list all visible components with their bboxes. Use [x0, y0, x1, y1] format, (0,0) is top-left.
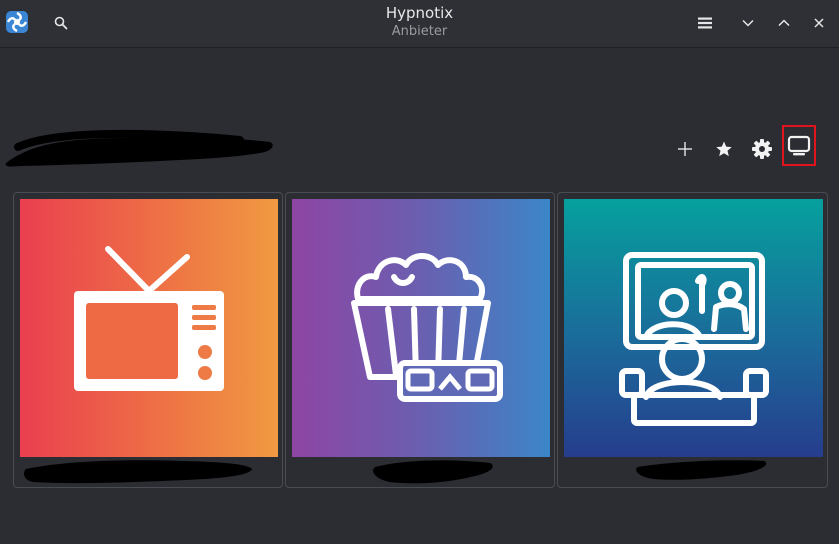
provider-card-series[interactable]: [557, 192, 828, 488]
close-button[interactable]: [806, 10, 832, 36]
series-card-artwork: [564, 199, 823, 457]
minimize-button[interactable]: [735, 10, 761, 36]
main-menu-button[interactable]: [692, 10, 718, 36]
card-label-tv: [14, 455, 282, 489]
search-icon: [54, 16, 68, 30]
favorites-button[interactable]: [709, 134, 739, 164]
hypnotix-window: Hypnotix Anbieter: [0, 0, 839, 544]
settings-button[interactable]: [747, 134, 777, 164]
hypnotix-app-icon: [6, 11, 28, 33]
card-label-series: [558, 455, 827, 489]
add-provider-button[interactable]: [670, 134, 700, 164]
movies-card-artwork: [292, 199, 550, 457]
redaction-scribble: [636, 460, 767, 480]
tv-mode-button[interactable]: [782, 125, 816, 166]
monitor-icon: [787, 135, 811, 155]
gear-icon: [752, 139, 772, 159]
provider-card-tv[interactable]: [13, 192, 283, 488]
chevron-up-icon: [778, 19, 790, 27]
star-icon: [716, 141, 732, 157]
redaction-scribble: [23, 460, 253, 484]
hamburger-menu-icon: [698, 17, 712, 29]
tv-card-artwork: [20, 199, 278, 457]
maximize-button[interactable]: [771, 10, 797, 36]
plus-icon: [678, 142, 692, 156]
provider-card-movies[interactable]: [285, 192, 555, 488]
search-button[interactable]: [48, 10, 74, 36]
redacted-provider-heading: [0, 125, 280, 170]
title-bar: Hypnotix Anbieter: [0, 0, 839, 48]
close-icon: [814, 18, 824, 28]
television-icon: [74, 246, 224, 391]
card-label-movies: [286, 455, 554, 489]
cinema-viewer-icon: [619, 252, 769, 426]
redaction-scribble: [373, 460, 493, 484]
popcorn-3d-glasses-icon: [351, 253, 503, 402]
chevron-down-icon: [742, 19, 754, 27]
